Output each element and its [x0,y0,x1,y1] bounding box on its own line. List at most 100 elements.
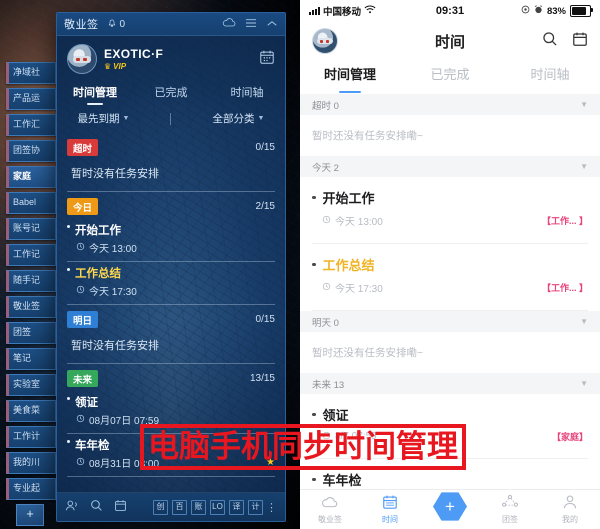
search-icon[interactable] [542,31,558,51]
notification-count: 0 [119,18,126,30]
quick-tool-button[interactable]: 账 [191,499,206,515]
page-title: 时间 [434,33,466,51]
mobile-group-header[interactable]: 明天 0 ▼ [300,311,600,332]
cloud-icon[interactable] [222,17,236,31]
crown-icon: ♛ [104,62,112,71]
window-user-row: EXOTIC·F ♛ VIP [57,36,285,78]
sticky-note-item[interactable]: 工作汇 [6,114,56,136]
add-task-button[interactable]: + [420,492,480,522]
sticky-note-item[interactable]: 工作记 [6,244,56,266]
mobile-group-header[interactable]: 超时 0 ▼ [300,94,600,115]
mobile-group-header[interactable]: 未来 13 ▼ [300,373,600,394]
group-icon [480,494,540,513]
clock-icon [76,457,85,468]
sticky-note-item[interactable]: 我的川 [6,452,56,474]
sticky-note-item[interactable]: 随手记 [6,270,56,292]
sticky-note-item[interactable]: 账号记 [6,218,56,240]
task-name: 车年检 [322,473,362,488]
calendar-icon[interactable] [572,31,588,51]
mobile-status-bar: 中国移动 09:31 83% [300,0,600,22]
promo-stamp-text: 电脑手机同步时间管理 [148,429,458,465]
quick-tool-button[interactable]: 创 [153,499,168,515]
nav-item-3[interactable]: 团签 [480,494,540,525]
add-note-button[interactable]: + [16,504,44,526]
chevron-down-icon: ▼ [122,115,130,122]
group-count: 0/15 [255,314,275,325]
avatar[interactable] [67,44,97,74]
chevron-up-icon[interactable] [266,17,278,31]
nav-item-1[interactable]: 时间 [360,494,420,525]
nav-item-label: 时间 [382,515,398,524]
category-filter-label: 全部分类 [212,113,255,125]
sticky-note-item[interactable]: 美食菜 [6,400,56,422]
mobile-tab-0[interactable]: 时间管理 [300,60,400,94]
screenshot-root: 净域社 产品运 工作汇 团签协 家庭 Babel 账号记 工作记 随手记 敬业签 团签 笔记 实验室 美食… [0,0,600,529]
task-name: 工作总结 [322,258,375,273]
tab-1[interactable]: 已完成 [133,84,209,105]
tab-2[interactable]: 时间轴 [209,84,285,105]
sticky-note-item[interactable]: 净域社 [6,62,56,84]
sticky-note-item[interactable]: 团签 [6,322,56,344]
mobile-task-row[interactable]: 开始工作 今天 13:00 【工作... 】 [300,177,600,235]
nav-item-4[interactable]: 我的 [540,494,600,525]
quick-tool-button[interactable]: 译 [229,499,244,515]
task-name: 开始工作 [322,191,375,206]
window-bottom-toolbar: 创百账 LO 译计 ⋮ [57,492,285,521]
sticky-note-item[interactable]: 实验室 [6,374,56,396]
task-category-tag: 【工作... 】 [541,283,588,293]
quick-tool-button[interactable]: LO [210,499,225,515]
task-name: 领证 [75,397,98,409]
category-filter[interactable]: 全部分类 ▼ [213,111,265,126]
task-group-header: 未来 13/15 [67,364,275,391]
group-chip: 今日 [67,198,99,215]
mobile-group-label: 未来 13 [312,379,345,391]
battery-icon [570,4,593,18]
sort-filter[interactable]: 最先到期 ▼ [78,111,130,126]
mobile-header: 时间 [300,22,600,60]
sticky-note-item[interactable]: 家庭 [6,166,56,188]
search-icon[interactable] [90,499,103,515]
sticky-note-item[interactable]: 敬业签 [6,296,56,318]
group-empty-text: 暂时没有任务安排 [71,168,159,180]
task-row[interactable]: 开始工作 今天 13:00 [67,219,275,259]
menu-icon[interactable] [245,17,257,31]
nav-item-label: 我的 [562,515,578,524]
mobile-group-label: 今天 2 [312,162,339,174]
task-name: 领证 [322,408,349,423]
group-empty-text: 暂时没有任务安排 [71,340,159,352]
task-group-header: 明日 0/15 [67,305,275,332]
refresh-clock-icon [322,282,331,293]
sticky-note-item[interactable]: 专业起 [6,478,56,500]
contacts-icon[interactable] [65,499,79,515]
more-vertical-icon[interactable]: ⋮ [266,501,277,514]
quick-tool-button[interactable]: 计 [248,499,263,515]
vip-label: VIP [113,62,127,71]
signal-bars-icon [309,7,320,15]
location-icon [521,5,530,17]
sticky-note-item[interactable]: Babel [6,192,56,214]
sticky-note-item[interactable]: 团签协 [6,140,56,162]
chevron-down-icon: ▼ [580,162,588,171]
mobile-task-row[interactable]: 工作总结 今天 17:30 【工作... 】 [300,244,600,302]
plus-icon: + [433,492,467,521]
sticky-note-item[interactable]: 笔记 [6,348,56,370]
mobile-tab-1[interactable]: 已完成 [400,60,500,94]
person-icon [540,494,600,513]
avatar[interactable] [312,28,338,54]
chevron-down-icon: ▼ [257,115,265,122]
mobile-tab-2[interactable]: 时间轴 [500,60,600,94]
mobile-group-header[interactable]: 今天 2 ▼ [300,156,600,177]
quick-tool-button[interactable]: 百 [172,499,187,515]
task-row[interactable]: 工作总结 今天 17:30 [67,262,275,302]
sticky-note-item[interactable]: 产品运 [6,88,56,110]
nav-item-0[interactable]: 敬业签 [300,495,360,525]
notification-bell[interactable]: 0 [107,18,126,30]
tab-0[interactable]: 时间管理 [57,84,133,105]
group-count: 13/15 [249,373,275,384]
nav-item-label: 敬业签 [318,514,342,524]
refresh-clock-icon [76,414,85,425]
calendar-icon[interactable] [259,49,275,69]
divider [67,476,275,477]
calendar-icon[interactable] [114,499,127,515]
sticky-note-item[interactable]: 工作计 [6,426,56,448]
